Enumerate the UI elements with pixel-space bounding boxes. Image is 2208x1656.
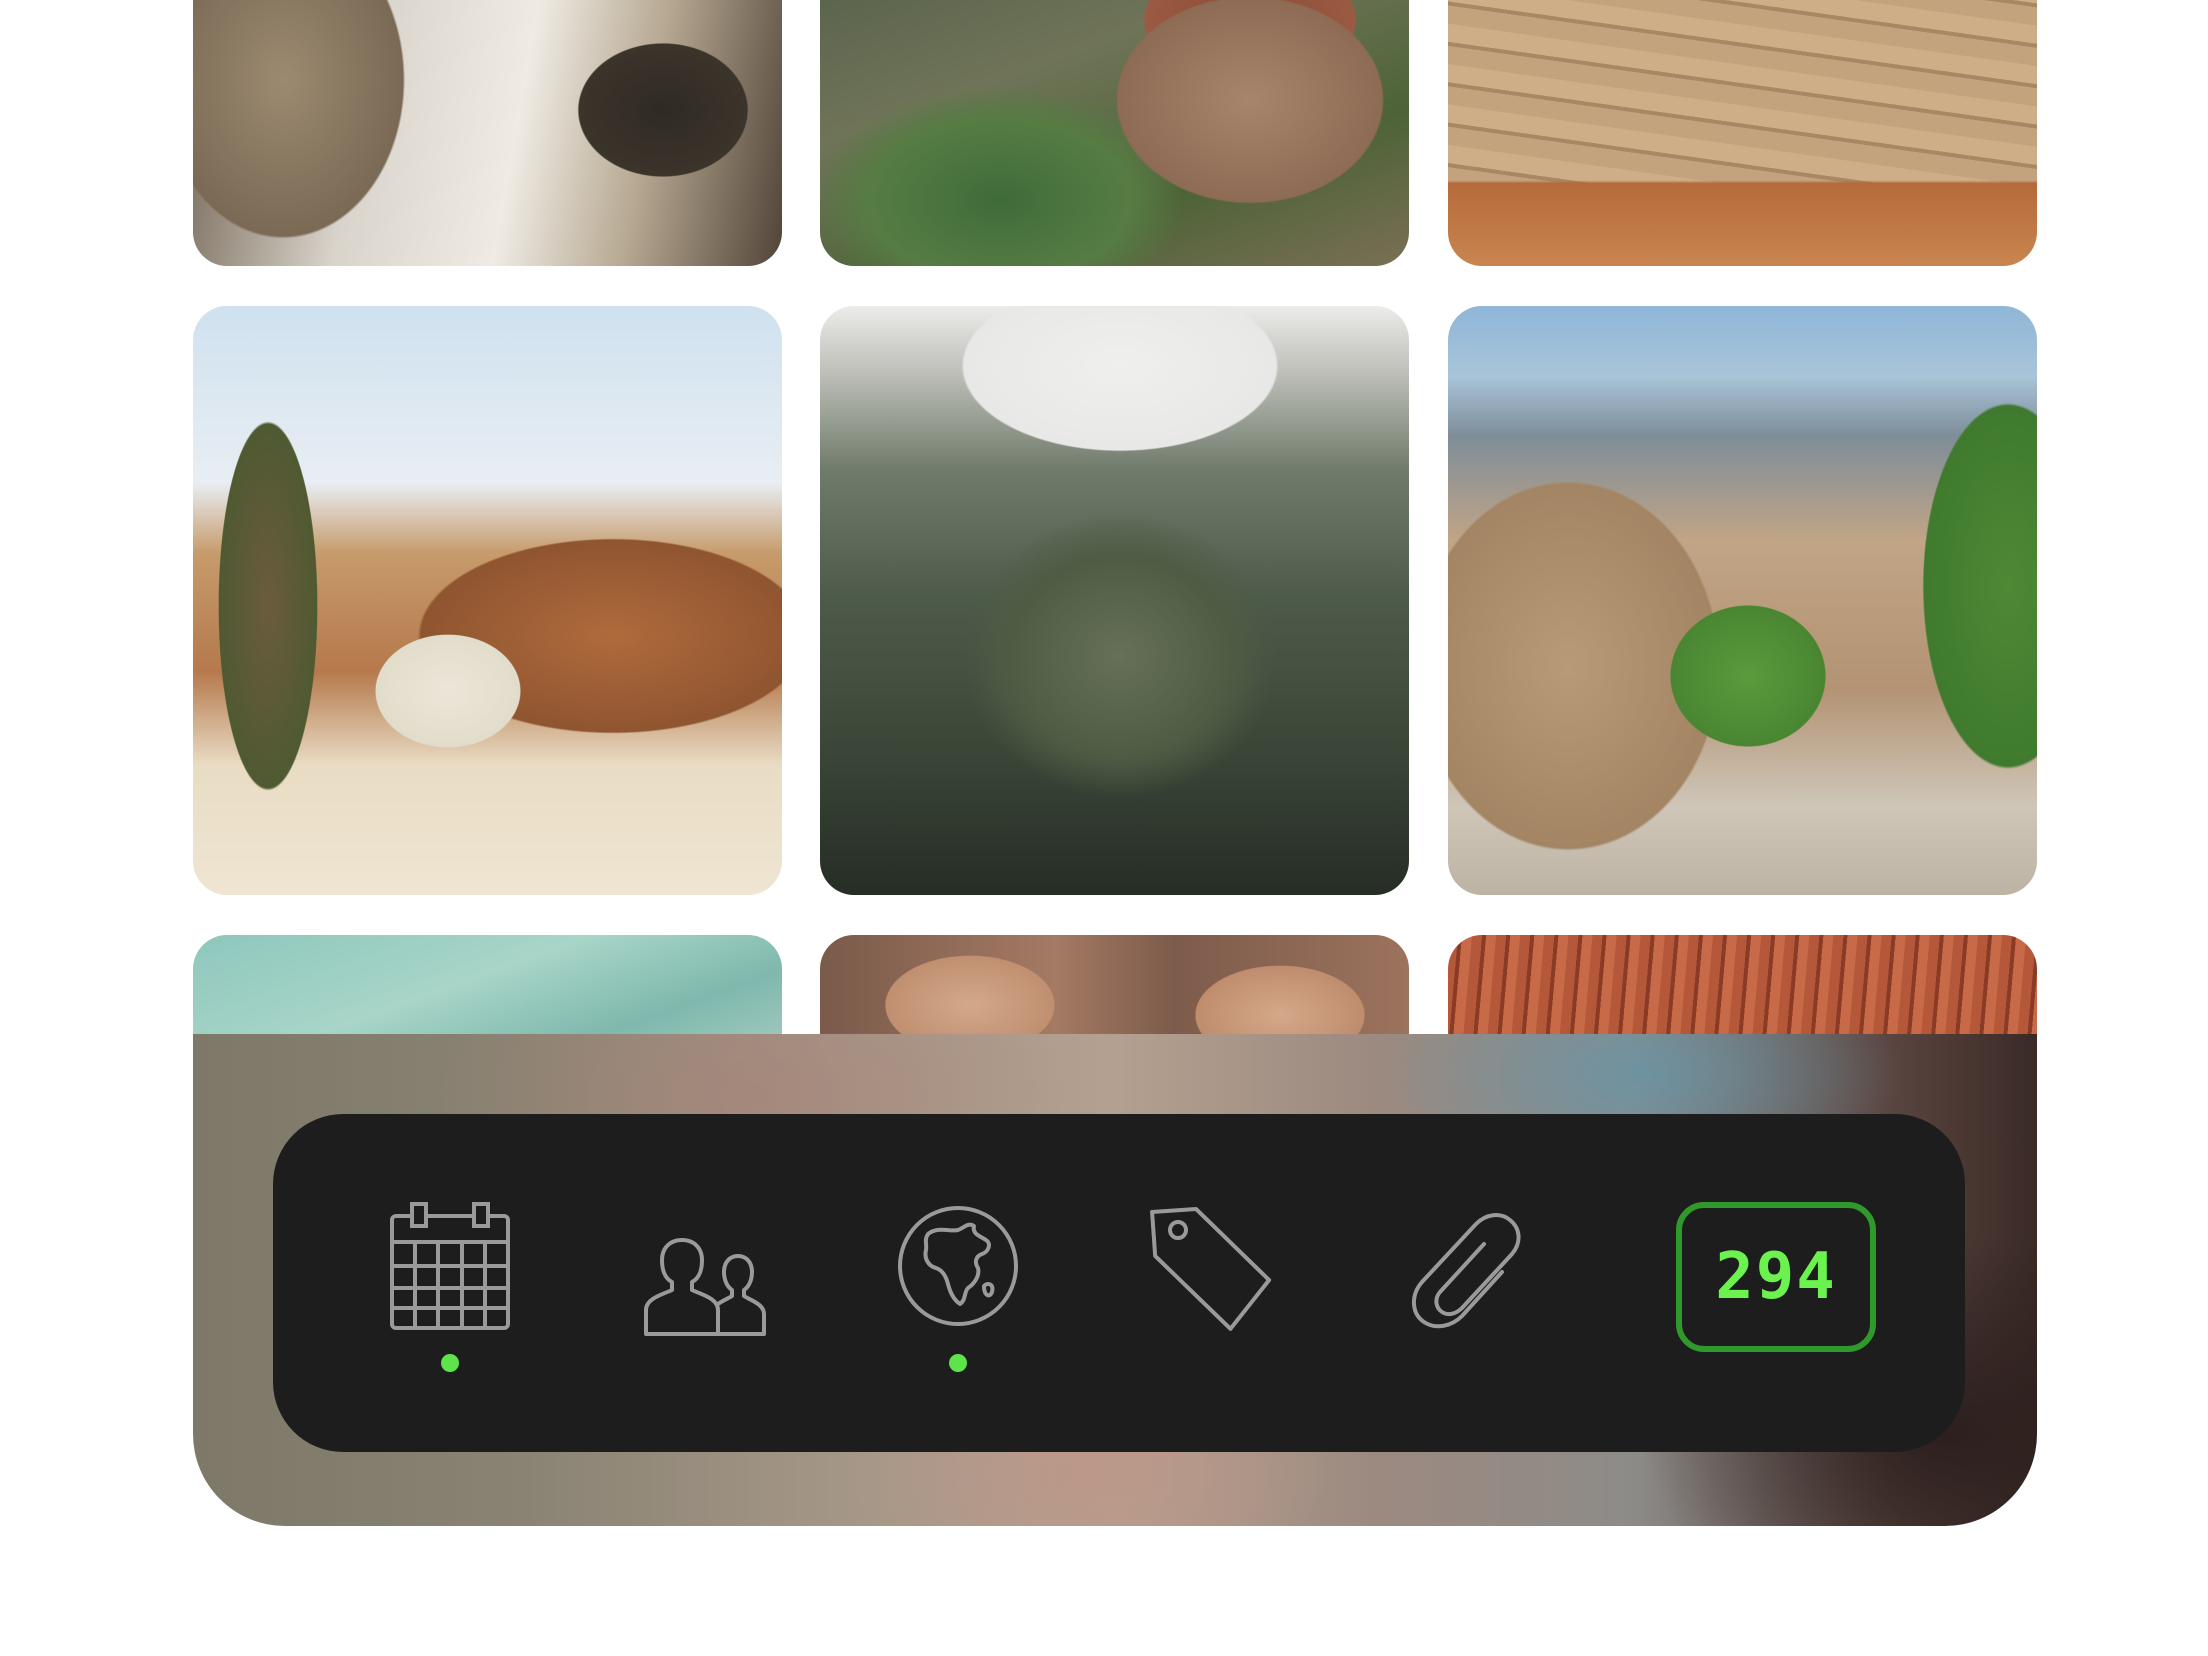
- photo-thumbnail[interactable]: [1448, 306, 2037, 895]
- tag-filter-button[interactable]: [1112, 1114, 1312, 1452]
- people-icon: [634, 1196, 774, 1336]
- photo-thumbnail[interactable]: [1448, 0, 2037, 266]
- photo-thumbnail[interactable]: [193, 306, 782, 895]
- paperclip-icon: [1396, 1196, 1536, 1336]
- location-filter-button[interactable]: [858, 1114, 1058, 1452]
- people-filter-button[interactable]: [604, 1114, 804, 1452]
- attachment-filter-button[interactable]: [1366, 1114, 1566, 1452]
- tag-icon: [1142, 1196, 1282, 1336]
- photo-thumbnail[interactable]: [820, 0, 1409, 266]
- photo-count-badge[interactable]: 294: [1676, 1202, 1876, 1352]
- calendar-filter-button[interactable]: [350, 1114, 550, 1452]
- photo-thumbnail[interactable]: [820, 306, 1409, 895]
- active-indicator: [441, 1354, 459, 1372]
- photo-count: 294: [1715, 1240, 1837, 1314]
- globe-icon: [888, 1196, 1028, 1336]
- calendar-icon: [380, 1196, 520, 1336]
- active-indicator: [949, 1354, 967, 1372]
- filter-toolbar: 294: [273, 1114, 1965, 1452]
- photo-thumbnail[interactable]: [193, 0, 782, 266]
